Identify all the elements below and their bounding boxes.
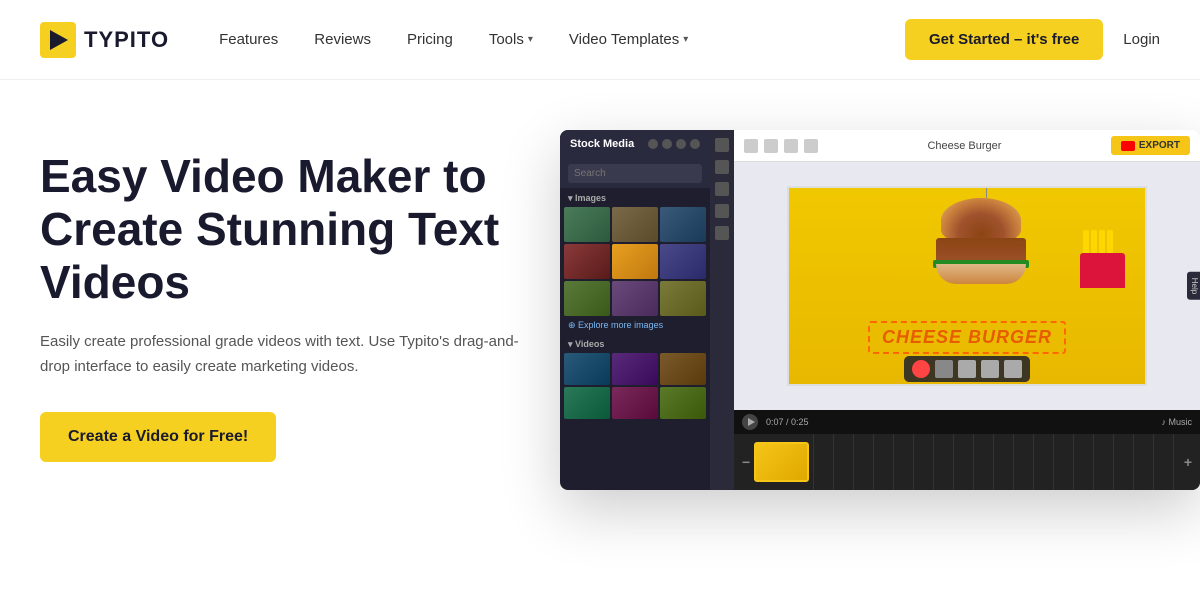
canvas-edit-icon[interactable] [935,360,953,378]
image-thumb-7[interactable] [564,281,610,316]
timeline: 0:07 / 0:25 ♪ Music − + [734,410,1200,490]
timeline-clip-thumb[interactable] [754,442,809,482]
play-icon [748,418,755,426]
video-canvas: CHEESE BURGER [787,186,1147,386]
nav-video-templates-dropdown[interactable]: Video Templates ▾ [569,31,688,48]
canvas-crop-icon[interactable] [958,360,976,378]
timeline-controls: 0:07 / 0:25 ♪ Music [734,410,1200,434]
panel-search-input[interactable] [568,164,702,183]
image-thumb-4[interactable] [564,244,610,279]
toolbar-more-icon[interactable] [804,139,818,153]
video-grid [560,353,710,419]
tools-chevron-icon: ▾ [528,34,533,45]
canvas-delete-icon[interactable] [981,360,999,378]
timeline-track: − + [734,434,1200,490]
toolbar-settings-icon[interactable] [744,139,758,153]
video-thumb-3[interactable] [660,353,706,385]
fries-illustration [1080,208,1130,288]
login-button[interactable]: Login [1123,31,1160,48]
timeline-ruler [813,434,1180,490]
hero-section: Easy Video Maker to Create Stunning Text… [0,80,1200,600]
nav-pricing[interactable]: Pricing [407,31,453,48]
image-thumb-9[interactable] [660,281,706,316]
hero-title: Easy Video Maker to Create Stunning Text… [40,150,520,309]
image-thumb-6[interactable] [660,244,706,279]
timeline-plus-button[interactable]: + [1184,454,1192,470]
tool-strip [710,130,734,490]
editor-topbar: Cheese Burger EXPORT [734,130,1200,162]
tool-strip-icon-5[interactable] [715,226,729,240]
video-thumb-5[interactable] [612,387,658,419]
panel-undo-icon [662,139,672,149]
timeline-minus-button[interactable]: − [742,454,750,470]
app-mockup-container: Stock Media ▾ Images [560,120,1200,600]
toolbar-undo-icon[interactable] [764,139,778,153]
burger-bun-bottom [936,264,1026,284]
youtube-icon [1121,141,1135,151]
hero-cta-button[interactable]: Create a Video for Free! [40,412,276,462]
panel-close-icon [690,139,700,149]
main-nav: Features Reviews Pricing Tools ▾ Video T… [219,31,905,48]
help-tab[interactable]: Help [1187,272,1200,300]
nav-reviews[interactable]: Reviews [314,31,371,48]
canvas-record-icon[interactable] [912,360,930,378]
hero-text-block: Easy Video Maker to Create Stunning Text… [40,120,520,462]
export-label: EXPORT [1139,140,1180,151]
video-thumb-1[interactable] [564,353,610,385]
burger-illustration [931,198,1051,308]
panel-settings-icon [648,139,658,149]
image-thumb-3[interactable] [660,207,706,242]
header-actions: Get Started – it's free Login [905,19,1160,60]
canvas-area: CHEESE BURGER Help [734,162,1200,410]
play-button[interactable] [742,414,758,430]
app-mockup: Stock Media ▾ Images [560,130,1200,490]
stock-media-panel: Stock Media ▾ Images [560,130,710,490]
tool-strip-icon-1[interactable] [715,138,729,152]
video-thumb-4[interactable] [564,387,610,419]
images-section-label: ▾ Images [560,188,710,207]
export-button[interactable]: EXPORT [1111,136,1190,155]
panel-search-bar[interactable] [560,158,710,188]
panel-redo-icon [676,139,686,149]
image-thumb-2[interactable] [612,207,658,242]
image-thumb-8[interactable] [612,281,658,316]
fries-box [1080,253,1125,288]
tool-strip-icon-3[interactable] [715,182,729,196]
tool-strip-icon-4[interactable] [715,204,729,218]
flag-pole [986,186,987,198]
logo-icon [40,22,76,58]
video-thumb-2[interactable] [612,353,658,385]
music-label: ♪ Music [1161,417,1192,427]
videos-section-label: ▾ Videos [560,335,710,353]
canvas-more-icon[interactable] [1004,360,1022,378]
nav-features[interactable]: Features [219,31,278,48]
panel-header: Stock Media [560,130,710,158]
burger-bun-top [941,198,1021,243]
cheese-burger-text: CHEESE BURGER [882,327,1052,347]
image-thumb-1[interactable] [564,207,610,242]
hero-description: Easily create professional grade videos … [40,329,520,380]
project-name: Cheese Burger [927,140,1001,152]
editor-area: Cheese Burger EXPORT [734,130,1200,490]
explore-more-images-link[interactable]: ⊕ Explore more images [560,316,710,335]
editor-toolbar-icons [744,139,818,153]
image-grid [560,207,710,316]
tool-strip-icon-2[interactable] [715,160,729,174]
video-thumb-6[interactable] [660,387,706,419]
canvas-floating-toolbar [904,356,1030,382]
panel-header-icons [648,139,700,149]
toolbar-redo-icon[interactable] [784,139,798,153]
video-templates-chevron-icon: ▾ [683,34,688,45]
nav-tools-dropdown[interactable]: Tools ▾ [489,31,533,48]
image-thumb-5[interactable] [612,244,658,279]
timeline-time: 0:07 / 0:25 [766,417,809,427]
panel-title: Stock Media [570,138,634,150]
get-started-button[interactable]: Get Started – it's free [905,19,1103,60]
logo-text: TYPITO [84,27,169,53]
text-overlay-container[interactable]: CHEESE BURGER [868,321,1066,354]
logo[interactable]: TYPITO [40,22,169,58]
